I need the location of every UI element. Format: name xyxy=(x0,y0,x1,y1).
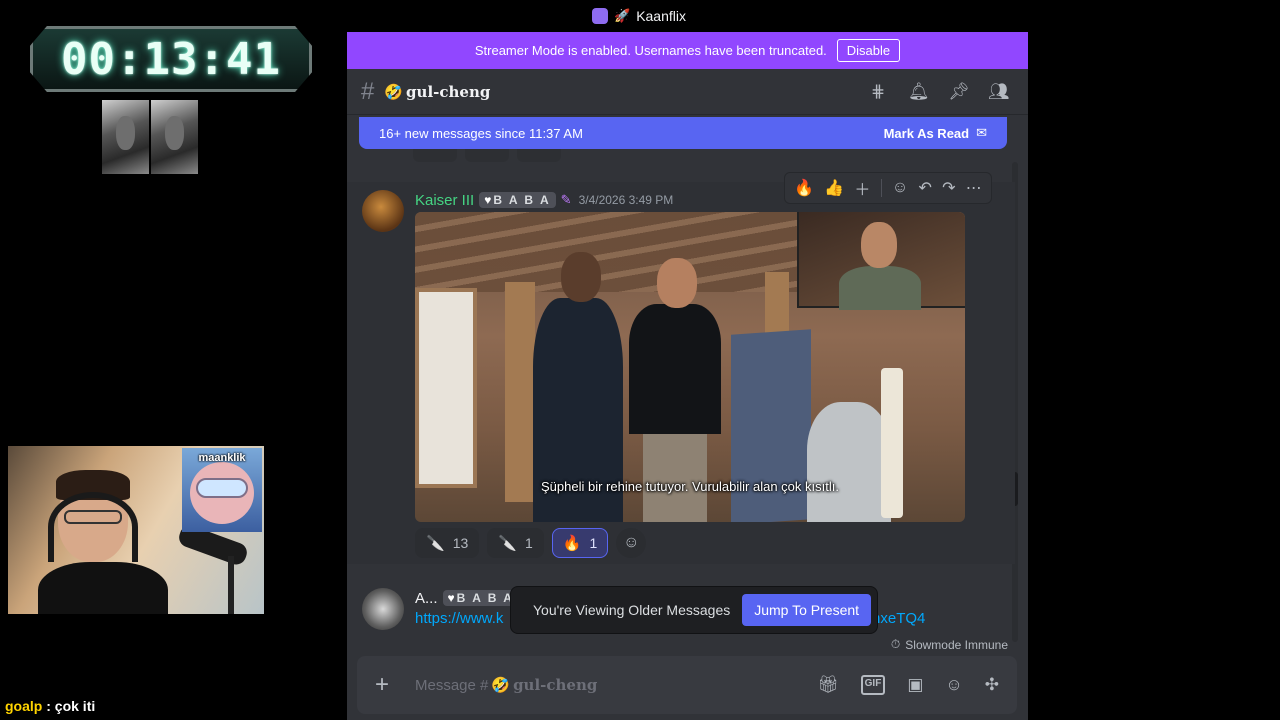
channel-emoji: 🤣 xyxy=(384,83,404,101)
message-header: A... ♥ B A B A xyxy=(415,588,519,608)
chat-text: çok iti xyxy=(54,698,96,714)
channel-name: gul-cheng xyxy=(406,82,491,101)
threads-icon[interactable]: ⋕ xyxy=(868,82,888,102)
reaction-list: 🔪 13 🔪 1 🔥 1 ☺ xyxy=(415,528,647,558)
stream-timer: 00:13:41 xyxy=(30,26,312,92)
avatar[interactable] xyxy=(362,588,404,630)
jump-to-present-button[interactable]: Jump To Present xyxy=(742,594,872,626)
stream-chat-line: goalp : çok iti xyxy=(5,698,95,714)
reaction-knife[interactable]: 🔪 13 xyxy=(415,528,480,558)
new-messages-bar[interactable]: 16+ new messages since 11:37 AM Mark As … xyxy=(359,117,1007,149)
fire-icon: 🔥 xyxy=(562,535,582,552)
reaction-fire[interactable]: 🔥 1 xyxy=(551,528,609,558)
gif-icon[interactable]: GIF xyxy=(860,675,886,695)
photo-strip xyxy=(102,100,198,174)
attach-plus-icon[interactable]: + xyxy=(375,671,405,699)
pin-icon[interactable]: 📌︎ xyxy=(948,82,970,102)
channel-header: # 🤣 gul-cheng ⋕ 🔔︎ 📌︎ 👥︎ xyxy=(347,69,1028,115)
header-icons: ⋕ 🔔︎ 📌︎ 👥︎ xyxy=(868,82,1028,102)
disable-button[interactable]: Disable xyxy=(836,39,901,62)
window-title-text: Kaanflix xyxy=(636,8,686,24)
stopwatch-icon: ⏱ xyxy=(890,637,901,651)
message-author[interactable]: A... xyxy=(415,590,438,607)
mark-as-read-button[interactable]: Mark As Read ✉︎ xyxy=(884,125,987,141)
knife-icon: 🔪 xyxy=(426,535,445,552)
sticker-label: maanklik xyxy=(198,452,246,464)
channel-hash-icon: # xyxy=(361,77,375,105)
add-reaction-button[interactable]: ☺ xyxy=(616,528,647,558)
more-icon[interactable]: ⋯ xyxy=(966,178,982,198)
message-input[interactable]: Message # 🤣 gul-cheng xyxy=(415,676,817,694)
reaction-knife-red[interactable]: 🔪 1 xyxy=(487,528,544,558)
bell-icon[interactable]: 🔔︎ xyxy=(908,82,930,102)
role-icon: ✎ xyxy=(560,192,572,207)
toolbar-divider xyxy=(880,179,882,197)
reaction-count: 1 xyxy=(524,535,533,551)
guild-tag-text: B A B A xyxy=(493,193,551,207)
target-silhouette xyxy=(807,402,891,522)
door xyxy=(415,288,477,488)
message-timestamp: 3/4/2026 3:49 PM xyxy=(578,193,674,207)
placeholder-channel: gul-cheng xyxy=(513,676,598,694)
quick-reaction-fire[interactable]: 🔥 xyxy=(794,178,814,198)
add-reaction-icon[interactable]: ☺ xyxy=(892,179,908,197)
avatar[interactable] xyxy=(362,190,404,232)
sticker-icon[interactable]: ▣ xyxy=(907,675,923,695)
reaction-count: 1 xyxy=(589,535,598,551)
emoji-icon[interactable]: ☺ xyxy=(945,675,962,695)
portrait-photo xyxy=(102,100,149,174)
reply-icon[interactable]: ↶ xyxy=(918,178,931,198)
app-icon xyxy=(592,8,608,24)
slowmode-text: Slowmode Immune xyxy=(905,637,1008,652)
guild-tag[interactable]: ♥ B A B A xyxy=(479,192,556,208)
streamer-mode-bar: Streamer Mode is enabled. Usernames have… xyxy=(347,32,1028,69)
forward-icon[interactable]: ↷ xyxy=(942,178,955,198)
video-subtitle: Şüpheli bir rehine tutuyor. Vurulabilir … xyxy=(541,479,839,494)
mark-as-read-label: Mark As Read xyxy=(883,125,970,141)
cardboard-tube xyxy=(881,368,903,518)
reaction-count: 13 xyxy=(452,535,469,551)
message-header: Kaiser III ♥ B A B A ✎ 3/4/2026 3:49 PM xyxy=(415,190,673,210)
picture-in-picture xyxy=(797,212,965,310)
older-messages-text: You're Viewing Older Messages xyxy=(533,602,731,618)
guild-tag-text: B A B A xyxy=(456,591,514,605)
older-messages-toast: You're Viewing Older Messages Jump To Pr… xyxy=(510,586,879,634)
streamer xyxy=(38,466,168,614)
timer-text: 00:13:41 xyxy=(61,33,281,85)
quick-reaction-thumbs-up[interactable]: 👍 xyxy=(824,178,844,198)
heart-icon: ♥ xyxy=(484,193,492,207)
knife-icon: 🔪 xyxy=(498,535,517,552)
mark-read-icon: ✉︎ xyxy=(976,125,987,140)
new-messages-text: 16+ new messages since 11:37 AM xyxy=(379,125,583,141)
chat-username: goalp xyxy=(5,698,43,714)
rocket-icon: 🚀 xyxy=(614,8,631,23)
gift-icon[interactable]: 🎁︎ xyxy=(817,675,839,695)
streamer-mode-text: Streamer Mode is enabled. Usernames have… xyxy=(474,43,827,58)
super-reaction-icon[interactable]: ＋ xyxy=(854,176,870,200)
message-composer: + Message # 🤣 gul-cheng 🎁︎ GIF ▣ ☺ ✣ xyxy=(357,656,1017,714)
guild-tag[interactable]: ♥ B A B A xyxy=(442,590,519,606)
composer-icons: 🎁︎ GIF ▣ ☺ ✣ xyxy=(817,675,999,695)
message-toolbar: 🔥 👍 ＋ ☺ ↶ ↷ ⋯ xyxy=(784,172,992,204)
video-embed[interactable]: Şüpheli bir rehine tutuyor. Vurulabilir … xyxy=(415,212,965,522)
slowmode-indicator: ⏱ Slowmode Immune xyxy=(891,637,1008,652)
discord-window: Streamer Mode is enabled. Usernames have… xyxy=(347,32,1028,720)
apps-icon[interactable]: ✣ xyxy=(985,675,999,695)
chat-separator: : xyxy=(42,698,55,714)
message-author[interactable]: Kaiser III xyxy=(415,192,474,209)
window-title: 🚀 Kaanflix xyxy=(592,6,686,26)
portrait-photo xyxy=(151,100,198,174)
placeholder-prefix: Message # xyxy=(415,676,489,694)
heart-icon: ♥ xyxy=(447,591,455,605)
members-icon[interactable]: 👥︎ xyxy=(988,82,1010,102)
placeholder-emoji: 🤣 xyxy=(491,677,511,694)
reaction-sticker: maanklik xyxy=(182,448,262,532)
